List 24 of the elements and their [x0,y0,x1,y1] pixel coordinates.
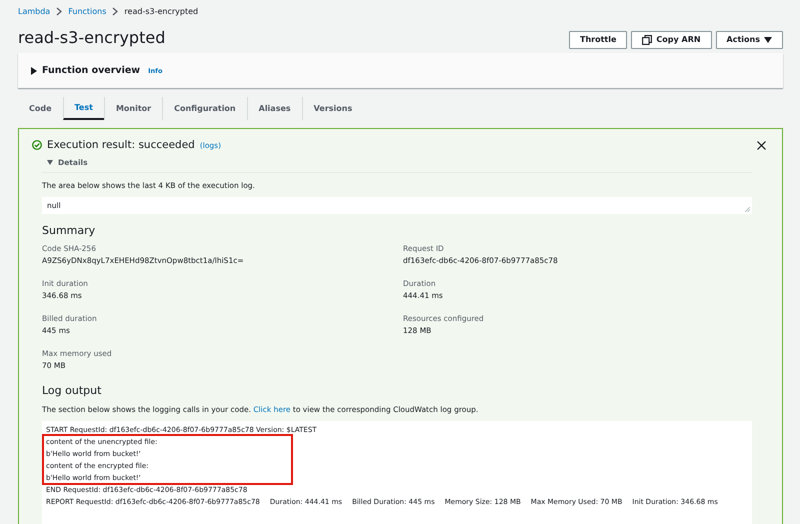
header-button[interactable]: Actions [716,30,783,48]
chevron-right-icon [56,6,62,16]
section-heading: Log output [42,384,102,397]
breadcrumb-item[interactable]: Lambda [18,6,50,16]
page-title: read-s3-encrypted [18,28,166,47]
section-title[interactable]: Function overview [42,65,140,76]
section-heading: Summary [42,224,96,237]
caret-down-icon [764,36,772,42]
resize-handle-icon [745,207,750,212]
header-button[interactable]: Throttle [568,30,628,48]
tab[interactable]: Test [62,97,104,120]
close-icon [757,140,766,150]
breadcrumb-item: read-s3-encrypted [124,6,198,16]
copy-icon [642,34,652,44]
success-check-icon [32,140,42,150]
tab[interactable]: Configuration [162,97,247,120]
tab[interactable]: Aliases [246,97,302,120]
tab[interactable]: Code [18,97,63,120]
breadcrumb-item[interactable]: Functions [68,6,106,16]
result-title: Execution result: succeeded [47,139,195,151]
tab[interactable]: Versions [302,97,364,120]
tab[interactable]: Monitor [104,97,162,120]
header-button[interactable]: Copy ARN [631,30,712,48]
chevron-right-icon [112,6,118,16]
